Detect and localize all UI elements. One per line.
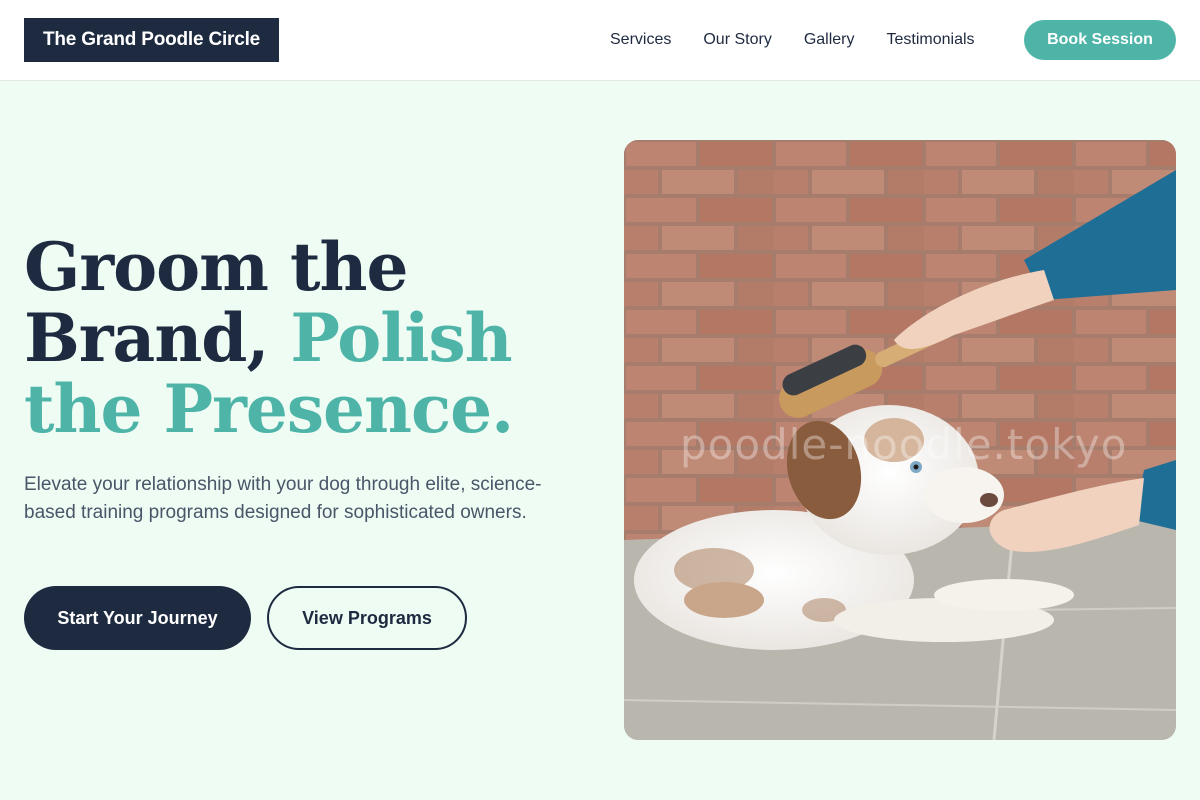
book-session-button[interactable]: Book Session (1024, 20, 1176, 60)
view-programs-button[interactable]: View Programs (267, 586, 467, 650)
hero-image: poodle-noodle.tokyo (624, 140, 1176, 740)
brand-logo[interactable]: The Grand Poodle Circle (24, 18, 279, 62)
hero-title-line2-plain: Brand, (24, 299, 291, 377)
nav-link-our-story[interactable]: Our Story (703, 31, 771, 49)
hero-subtitle: Elevate your relationship with your dog … (24, 474, 542, 523)
start-journey-button[interactable]: Start Your Journey (24, 586, 251, 650)
hero-title-line3-accent: the Presence. (24, 370, 514, 448)
hero-title: Groom the Brand, Polish the Presence. (24, 232, 584, 445)
image-watermark: poodle-noodle.tokyo (680, 420, 1128, 469)
nav-link-gallery[interactable]: Gallery (804, 31, 855, 49)
hero-title-line2-accent: Polish (290, 299, 512, 377)
nav-link-services[interactable]: Services (610, 31, 671, 49)
main-nav: Services Our Story Gallery Testimonials (610, 28, 1007, 52)
nav-link-testimonials[interactable]: Testimonials (887, 31, 975, 49)
hero-title-line1: Groom the (24, 228, 408, 306)
top-navigation-bar: The Grand Poodle Circle Services Our Sto… (0, 0, 1200, 81)
